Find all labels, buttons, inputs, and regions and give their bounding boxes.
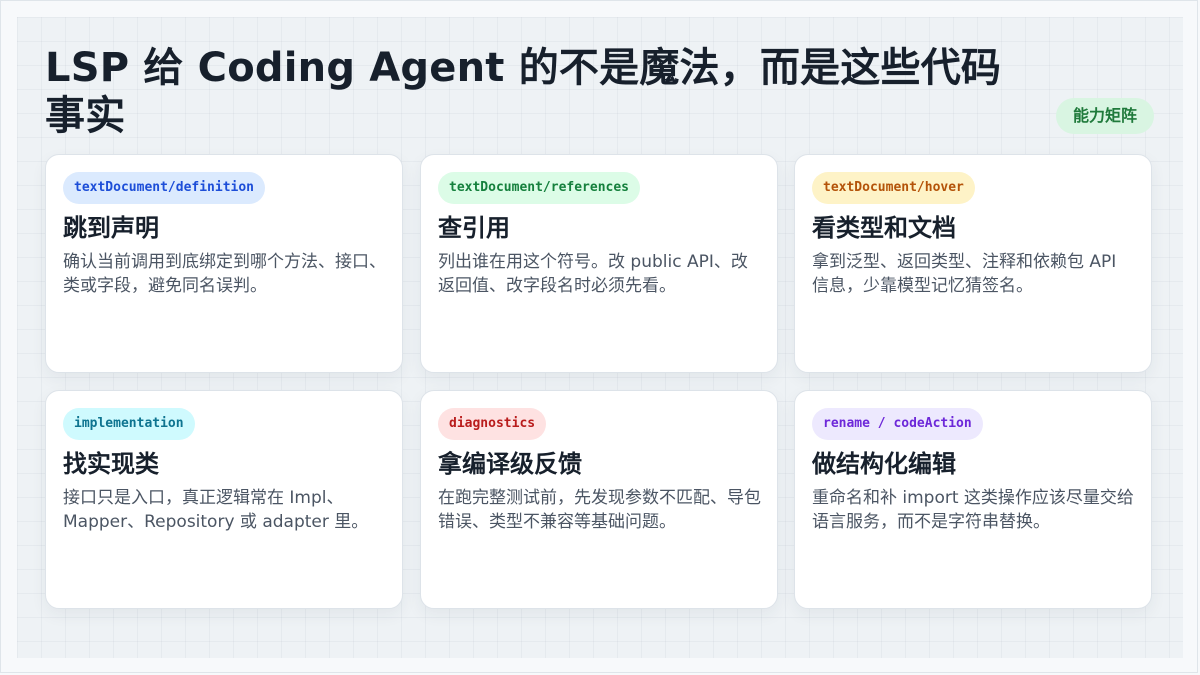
card-references: textDocument/references 查引用 列出谁在用这个符号。改 …	[420, 154, 778, 373]
card-hover: textDocument/hover 看类型和文档 拿到泛型、返回类型、注释和依…	[794, 154, 1152, 373]
card-title: 跳到声明	[63, 214, 159, 242]
card-description: 重命名和补 import 这类操作应该尽量交给语言服务，而不是字符串替换。	[812, 488, 1134, 532]
card-rename-codeaction: rename / codeAction 做结构化编辑 重命名和补 import …	[794, 390, 1152, 609]
lsp-method-tag: textDocument/definition	[63, 172, 266, 204]
lsp-method-tag: implementation	[63, 408, 195, 440]
capability-matrix-badge: 能力矩阵	[1056, 98, 1154, 134]
card-title: 找实现类	[63, 450, 159, 478]
card-title: 看类型和文档	[812, 214, 956, 242]
card-description: 拿到泛型、返回类型、注释和依赖包 API 信息，少靠模型记忆猜签名。	[812, 252, 1117, 296]
card-implementation: implementation 找实现类 接口只是入口，真正逻辑常在 Impl、M…	[45, 390, 403, 609]
page-title: LSP 给 Coding Agent 的不是魔法，而是这些代码事实	[45, 45, 1002, 139]
card-diagnostics: diagnostics 拿编译级反馈 在跑完整测试前，先发现参数不匹配、导包错误…	[420, 390, 778, 609]
lsp-method-tag: textDocument/references	[438, 172, 641, 204]
card-title: 做结构化编辑	[812, 450, 956, 478]
card-title: 拿编译级反馈	[438, 450, 582, 478]
card-description: 确认当前调用到底绑定到哪个方法、接口、类或字段，避免同名误判。	[63, 252, 386, 296]
card-description: 列出谁在用这个符号。改 public API、改返回值、改字段名时必须先看。	[438, 252, 748, 296]
lsp-method-tag: textDocument/hover	[812, 172, 975, 204]
card-description: 在跑完整测试前，先发现参数不匹配、导包错误、类型不兼容等基础问题。	[438, 488, 761, 532]
card-description: 接口只是入口，真正逻辑常在 Impl、Mapper、Repository 或 a…	[63, 488, 369, 532]
card-title: 查引用	[438, 214, 510, 242]
card-definition: textDocument/definition 跳到声明 确认当前调用到底绑定到…	[45, 154, 403, 373]
lsp-method-tag: diagnostics	[438, 408, 547, 440]
lsp-method-tag: rename / codeAction	[812, 408, 983, 440]
